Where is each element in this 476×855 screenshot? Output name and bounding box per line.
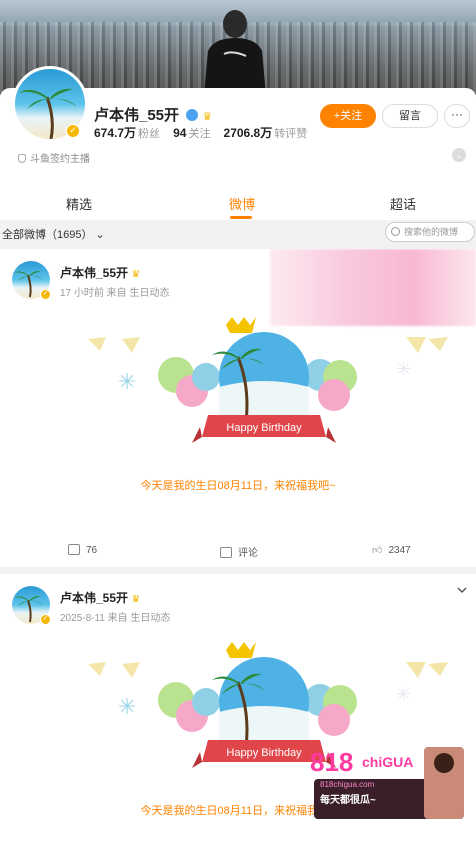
- repost-button[interactable]: 76: [68, 544, 97, 556]
- post-meta: 17 小时前 来自 生日动态: [60, 288, 170, 299]
- following-label: 关注: [188, 128, 211, 140]
- banner-text: Happy Birthday: [226, 747, 302, 759]
- filter-bar: 全部微博（1695） ⌄ 搜索他的微博: [0, 220, 476, 244]
- likes-count: 2706.8万: [223, 126, 273, 140]
- cover-person: [204, 10, 266, 95]
- svg-text:✳: ✳: [396, 684, 411, 704]
- crown-icon: ♛: [131, 594, 141, 605]
- likes-label: 转评赞: [274, 128, 308, 140]
- like-button[interactable]: 👍︎ 2347: [372, 544, 411, 556]
- banner-text: Happy Birthday: [226, 422, 302, 434]
- shield-icon: [18, 154, 26, 163]
- following-count[interactable]: 94: [173, 126, 186, 140]
- profile-tabs: 精选 微博 超话: [0, 184, 476, 220]
- crown-icon: ♛: [202, 111, 213, 123]
- tab-featured[interactable]: 精选: [66, 194, 92, 213]
- search-icon: [391, 227, 400, 236]
- ad-logo: 818: [310, 747, 353, 777]
- search-input[interactable]: 搜索他的微博: [385, 222, 475, 242]
- signature: 斗鱼签约主播: [18, 150, 90, 165]
- chevron-down-icon[interactable]: [456, 584, 468, 596]
- followers-label: 粉丝: [138, 128, 161, 140]
- followers-count[interactable]: 674.7万: [94, 126, 136, 140]
- chevron-down-icon: ⌄: [95, 229, 105, 241]
- comment-button[interactable]: 评论: [220, 544, 258, 559]
- ad-slogan: 每天都很瓜~: [320, 793, 376, 806]
- svg-text:✳: ✳: [118, 694, 136, 719]
- tab-super-topic[interactable]: 超话: [390, 194, 416, 213]
- blurred-overlay: [270, 249, 476, 326]
- svg-text:✳: ✳: [118, 369, 136, 394]
- crown-icon: ♛: [131, 269, 141, 280]
- verified-badge-icon: ✓: [40, 289, 51, 300]
- thumbs-up-icon: 👍︎: [372, 545, 383, 556]
- comment-icon: [220, 547, 232, 558]
- follow-button[interactable]: +关注: [320, 104, 376, 128]
- post-card: ✓ 卢本伟_55开 ♛ 17 小时前 来自 生日动态 ✳ ✳ Happy Bir…: [0, 249, 476, 567]
- verified-badge-icon: ✓: [40, 614, 51, 625]
- post-author[interactable]: 卢本伟_55开 ♛: [60, 264, 140, 281]
- all-weibo-filter[interactable]: 全部微博（1695） ⌄: [2, 226, 105, 242]
- verified-badge-icon: ✓: [66, 124, 80, 138]
- ad-brand: chiGUA: [362, 754, 413, 770]
- profile-header: ✓ 卢本伟_55开 ♛ 674.7万 粉丝 94 关注 2706.8万 转评赞 +关注…: [0, 66, 476, 184]
- post-text: 今天是我的生日08月11日，来祝福我吧~: [140, 480, 336, 492]
- active-tab-indicator: [230, 216, 252, 219]
- post-author[interactable]: 卢本伟_55开 ♛: [60, 589, 140, 606]
- birthday-image[interactable]: ✳ ✳ Happy Birthday: [88, 317, 468, 447]
- tab-weibo[interactable]: 微博: [229, 194, 255, 213]
- verified-icon: [186, 109, 199, 121]
- svg-text:✳: ✳: [396, 359, 411, 379]
- profile-name: 卢本伟_55开 ♛: [94, 107, 213, 124]
- watermark-ad[interactable]: 818 chiGUA 818chigua.com 每天都很瓜~: [306, 745, 466, 821]
- message-button[interactable]: 留言: [382, 104, 438, 128]
- ad-domain: 818chigua.com: [320, 780, 375, 789]
- post-actions: 76 评论 👍︎ 2347: [0, 541, 476, 561]
- repost-icon: [68, 544, 80, 555]
- more-button[interactable]: ···: [444, 104, 470, 128]
- chevron-down-icon[interactable]: ⌄: [452, 148, 466, 162]
- post-meta: 2025-8-11 来自 生日动态: [60, 613, 171, 624]
- profile-stats: 674.7万 粉丝 94 关注 2706.8万 转评赞: [94, 124, 307, 141]
